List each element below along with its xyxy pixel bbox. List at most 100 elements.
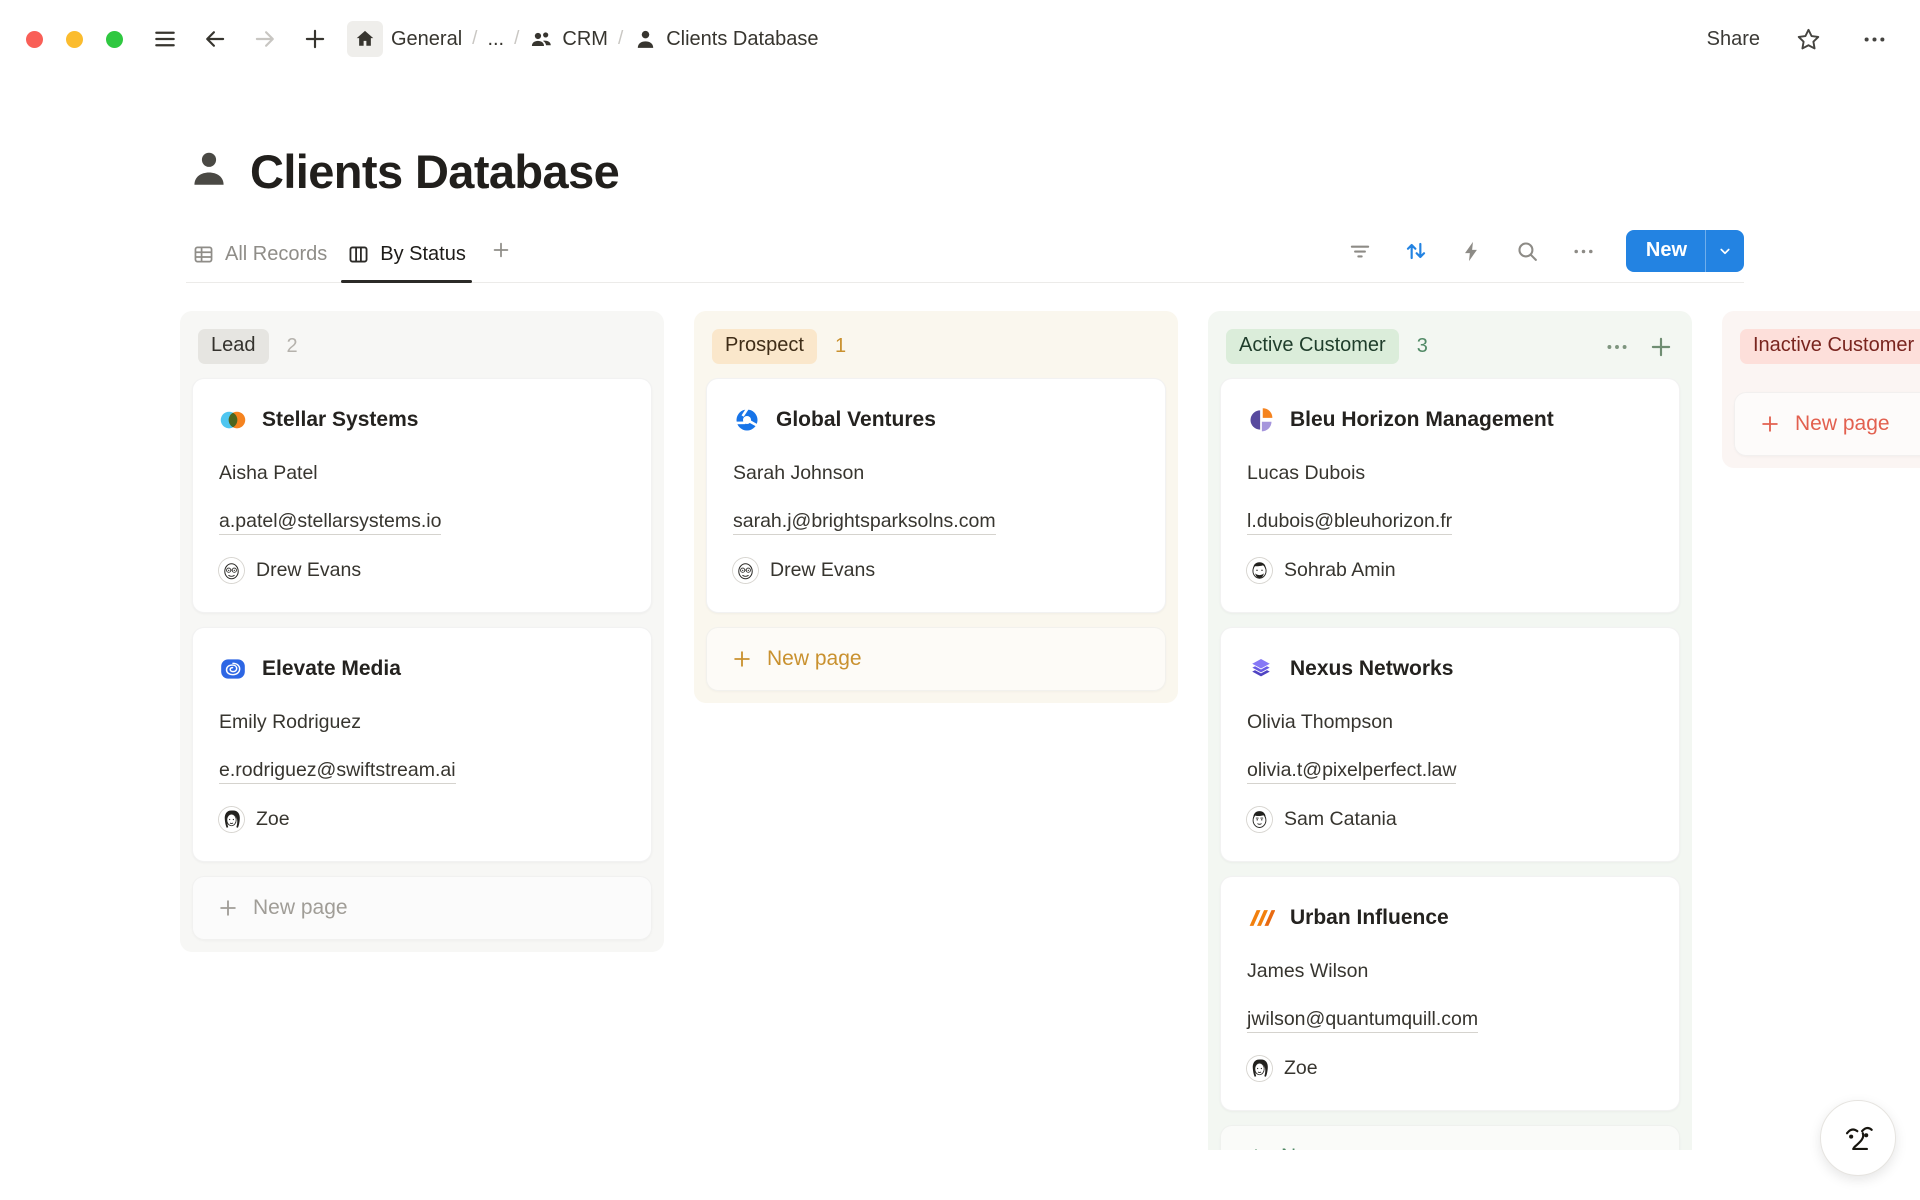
new-page-button-inactive-customer[interactable]: New page [1734,392,1920,456]
card-email: olivia.t@pixelperfect.law [1247,759,1653,782]
tab-by-status[interactable]: By Status [341,243,472,282]
status-badge-lead[interactable]: Lead [198,329,269,364]
card-title[interactable]: Urban Influence [1290,906,1449,930]
filter-icon[interactable] [1342,233,1378,269]
add-view-button[interactable] [480,239,522,282]
column-actions-active-customer [1604,334,1674,360]
home-icon[interactable] [347,21,383,57]
column-add-card-icon[interactable] [1648,334,1674,360]
views-toolbar-row: All Records By Status New [186,227,1744,283]
board-column-active-customer: Active Customer3 Bleu Horizon Management L… [1208,311,1692,1150]
forward-button[interactable] [247,21,283,57]
column-header-inactive-customer: Inactive Customer [1734,323,1920,378]
plus-icon [1245,1146,1267,1150]
email-link[interactable]: olivia.t@pixelperfect.law [1247,759,1456,784]
face-icon [1832,1112,1884,1164]
assistant-face-button[interactable] [1820,1100,1896,1176]
zoom-window-button[interactable] [106,31,123,48]
card-owner: Sohrab Amin [1247,558,1653,583]
close-window-button[interactable] [26,31,43,48]
card-contact-name: Emily Rodriguez [219,711,625,734]
window-top-bar: General / ... / CRM / Clients Database S… [0,0,1920,78]
share-button[interactable]: Share [1707,28,1760,51]
client-card[interactable]: Elevate Media Emily Rodriguez e.rodriguez@… [192,627,652,862]
email-link[interactable]: l.dubois@bleuhorizon.fr [1247,510,1452,535]
new-button-label[interactable]: New [1626,230,1705,272]
owner-name: Sam Catania [1284,808,1397,831]
new-button-dropdown[interactable] [1705,230,1744,272]
card-owner: Drew Evans [219,558,625,583]
more-options-icon[interactable] [1856,21,1892,57]
owner-name: Zoe [1284,1057,1318,1080]
avatar-zoe [1247,1056,1272,1081]
board-column-lead: Lead2Stellar SystemsAisha Patela.patel@s… [180,311,664,952]
nexus-networks-logo [1247,655,1275,683]
card-title[interactable]: Nexus Networks [1290,657,1453,681]
email-link[interactable]: jwilson@quantumquill.com [1247,1008,1478,1033]
new-page-label: New page [253,896,348,920]
avatar-sam-catania [1247,807,1272,832]
new-record-button[interactable]: New [1626,230,1744,272]
card-title[interactable]: Bleu Horizon Management [1290,408,1554,432]
client-card[interactable]: Urban Influence James Wilson jwilson@quant… [1220,876,1680,1111]
traffic-lights [26,31,123,48]
breadcrumb-separator: / [618,28,623,50]
status-badge-active-customer[interactable]: Active Customer [1226,329,1399,364]
avatar-zoe [219,807,244,832]
column-header-active-customer: Active Customer3 [1220,323,1680,378]
owner-name: Zoe [256,808,290,831]
status-badge-inactive-customer[interactable]: Inactive Customer [1740,329,1920,364]
column-more-icon[interactable] [1604,334,1630,360]
owner-name: Sohrab Amin [1284,559,1396,582]
owner-name: Drew Evans [770,559,875,582]
chevron-down-icon [1716,242,1734,260]
card-owner: Drew Evans [733,558,1139,583]
client-card[interactable]: Bleu Horizon Management Lucas Dubois l.dub… [1220,378,1680,613]
plus-icon [731,648,753,670]
sort-icon[interactable] [1398,233,1434,269]
client-card[interactable]: Stellar SystemsAisha Patela.patel@stella… [192,378,652,613]
card-title[interactable]: Elevate Media [262,657,401,681]
new-tab-button[interactable] [297,21,333,57]
automations-lightning-icon[interactable] [1454,233,1490,269]
new-page-button-prospect[interactable]: New page [706,627,1166,691]
card-title[interactable]: Global Ventures [776,408,936,432]
column-header-lead: Lead2 [192,323,652,378]
email-link[interactable]: e.rodriguez@swiftstream.ai [219,759,456,784]
plus-icon [1759,413,1781,435]
card-title[interactable]: Stellar Systems [262,408,418,432]
card-contact-name: Lucas Dubois [1247,462,1653,485]
email-link[interactable]: sarah.j@brightsparksolns.com [733,510,996,535]
new-page-button-active-customer[interactable]: New page [1220,1125,1680,1150]
card-email: l.dubois@bleuhorizon.fr [1247,510,1653,533]
menu-icon[interactable] [147,21,183,57]
breadcrumb-ellipsis[interactable]: ... [487,28,504,51]
page-icon-person[interactable] [186,146,232,197]
tab-all-records[interactable]: All Records [186,243,333,282]
view-more-icon[interactable] [1566,233,1602,269]
new-page-label: New page [1281,1145,1376,1150]
email-link[interactable]: a.patel@stellarsystems.io [219,510,441,535]
owner-name: Drew Evans [256,559,361,582]
favorite-star-icon[interactable] [1790,21,1826,57]
card-owner: Zoe [219,807,625,832]
breadcrumb-current-page[interactable]: Clients Database [633,27,818,52]
breadcrumb-crm[interactable]: CRM [529,27,608,52]
search-icon[interactable] [1510,233,1546,269]
breadcrumb-general[interactable]: General [391,28,462,51]
minimize-window-button[interactable] [66,31,83,48]
status-badge-prospect[interactable]: Prospect [712,329,817,364]
kanban-board: Lead2Stellar SystemsAisha Patela.patel@s… [0,283,1920,1150]
card-contact-name: James Wilson [1247,960,1653,983]
card-email: a.patel@stellarsystems.io [219,510,625,533]
client-card[interactable]: Nexus NetworksOlivia Thompsonolivia.t@pi… [1220,627,1680,862]
breadcrumb: General / ... / CRM / Clients Database [391,27,819,52]
board-column-prospect: Prospect1Global VenturesSarah Johnsonsar… [694,311,1178,703]
global-ventures-logo [733,406,761,434]
new-page-button-lead[interactable]: New page [192,876,652,940]
client-card[interactable]: Global VenturesSarah Johnsonsarah.j@brig… [706,378,1166,613]
back-button[interactable] [197,21,233,57]
elevate-media-logo [219,655,247,683]
page-title: Clients Database [250,144,619,199]
card-email: jwilson@quantumquill.com [1247,1008,1653,1031]
